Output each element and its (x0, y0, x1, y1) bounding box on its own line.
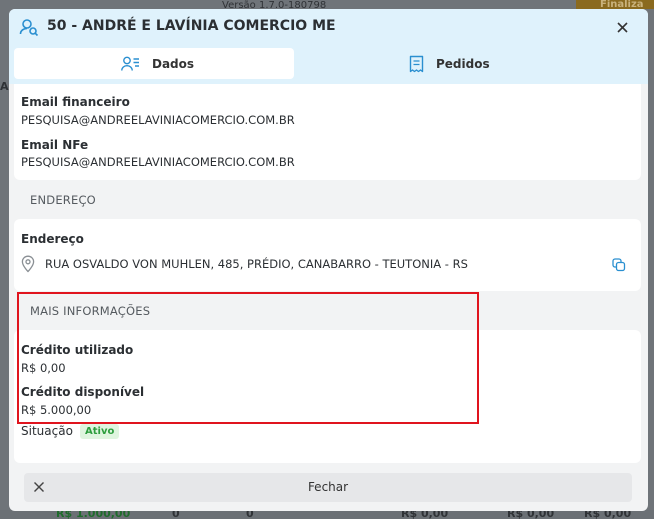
modal-title: 50 - ANDRÉ E LAVÍNIA COMERCIO ME (47, 18, 336, 34)
email-nfe-label: Email NFe (21, 138, 89, 152)
background-value: R$ 0,00 (584, 510, 632, 519)
fechar-button[interactable]: Fechar (24, 473, 632, 502)
address-section-title: ENDEREÇO (30, 193, 96, 207)
address-label: Endereço (21, 232, 84, 246)
receipt-icon (409, 55, 424, 72)
background-value: R$ 0,00 (401, 510, 449, 519)
address-row: RUA OSVALDO VON MUHLEN, 485, PRÉDIO, CAN… (21, 255, 468, 273)
background-value: 0 (172, 510, 180, 519)
address-value: RUA OSVALDO VON MUHLEN, 485, PRÉDIO, CAN… (45, 257, 468, 271)
status-badge: Ativo (80, 424, 120, 439)
map-pin-icon (21, 255, 35, 273)
contact-card: Email financeiro PESQUISA@ANDREELAVINIAC… (14, 84, 641, 180)
user-search-icon (19, 19, 39, 37)
close-button[interactable] (613, 18, 631, 36)
tab-pedidos[interactable]: Pedidos (409, 48, 529, 79)
tab-bar: Dados Pedidos (9, 44, 648, 84)
credito-disponivel-value: R$ 5.000,00 (21, 403, 92, 417)
background-value: R$ 1.000,00 (56, 510, 131, 519)
fechar-label: Fechar (307, 480, 349, 494)
credito-disponivel-label: Crédito disponível (21, 385, 145, 399)
tab-dados[interactable]: Dados (14, 48, 294, 79)
background-value: R$ 0,00 (507, 510, 555, 519)
address-card: Endereço RUA OSVALDO VON MUHLEN, 485, PR… (14, 219, 641, 291)
background-bottom-row: R$ 1.000,00 0 0 R$ 0,00 R$ 0,00 R$ 0,00 (0, 510, 654, 519)
tab-pedidos-label: Pedidos (436, 56, 490, 71)
user-list-icon (121, 56, 139, 71)
email-nfe-value: PESQUISA@ANDREELAVINIACOMERCIO.COM.BR (21, 155, 295, 169)
credito-utilizado-value: R$ 0,00 (21, 361, 66, 375)
situacao-label: Situação (21, 424, 73, 438)
background-value: 0 (246, 510, 254, 519)
copy-icon[interactable] (612, 258, 626, 272)
background-left-letter: A (0, 80, 9, 93)
tab-dados-label: Dados (152, 56, 195, 71)
more-info-section-title: MAIS INFORMAÇÕES (30, 304, 151, 318)
modal-header: 50 - ANDRÉ E LAVÍNIA COMERCIO ME (9, 9, 648, 44)
customer-details-modal: 50 - ANDRÉ E LAVÍNIA COMERCIO ME Dados P… (9, 9, 648, 511)
email-financeiro-label: Email financeiro (21, 95, 130, 109)
more-info-card: Crédito utilizado R$ 0,00 Crédito dispon… (14, 330, 641, 463)
credito-utilizado-label: Crédito utilizado (21, 343, 134, 357)
email-financeiro-value: PESQUISA@ANDREELAVINIACOMERCIO.COM.BR (21, 113, 295, 127)
background-finalize-button: Finaliza (576, 0, 654, 9)
close-icon (616, 21, 628, 33)
